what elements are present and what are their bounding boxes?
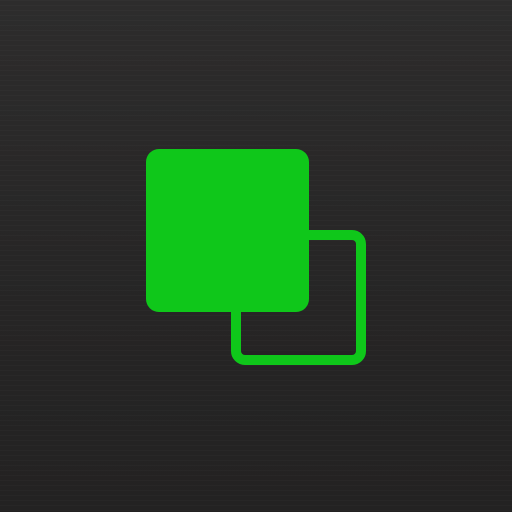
app-icon [0, 0, 512, 512]
front-square-filled [146, 149, 309, 312]
layers-copy-icon [146, 149, 366, 365]
